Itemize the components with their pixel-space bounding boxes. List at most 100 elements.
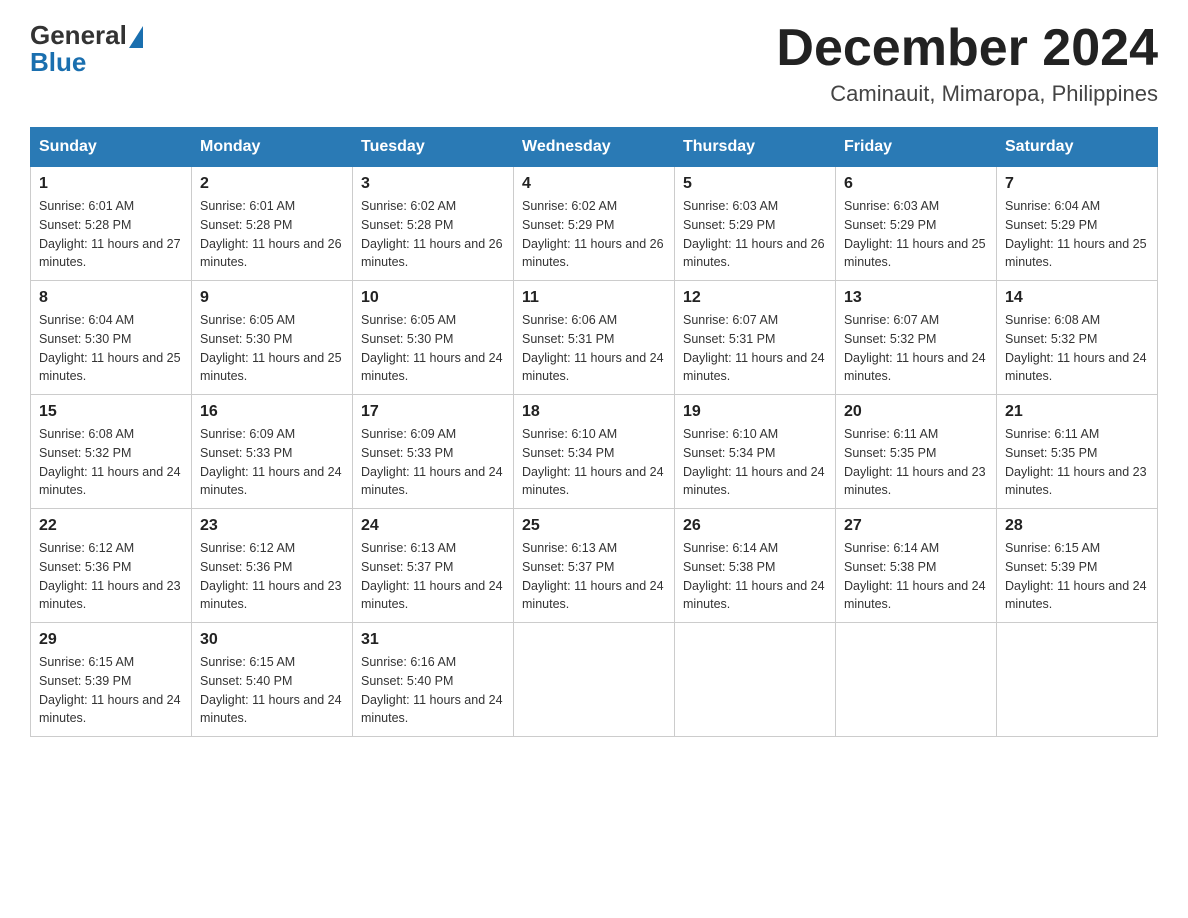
column-header-thursday: Thursday — [675, 128, 836, 167]
calendar-week-row: 8Sunrise: 6:04 AMSunset: 5:30 PMDaylight… — [31, 281, 1158, 395]
day-number: 11 — [522, 289, 666, 307]
day-info: Sunrise: 6:08 AMSunset: 5:32 PMDaylight:… — [1005, 311, 1149, 386]
day-info: Sunrise: 6:03 AMSunset: 5:29 PMDaylight:… — [683, 197, 827, 272]
day-info: Sunrise: 6:05 AMSunset: 5:30 PMDaylight:… — [361, 311, 505, 386]
calendar-cell: 28 Sunrise: 6:15 AMSunset: 5:39 PMDayligh… — [997, 509, 1158, 623]
column-header-saturday: Saturday — [997, 128, 1158, 167]
day-info: Sunrise: 6:11 AMSunset: 5:35 PMDaylight:… — [844, 425, 988, 500]
day-number: 28 — [1005, 517, 1149, 535]
day-info: Sunrise: 6:02 AMSunset: 5:29 PMDaylight:… — [522, 197, 666, 272]
column-header-tuesday: Tuesday — [353, 128, 514, 167]
day-info: Sunrise: 6:15 AMSunset: 5:39 PMDaylight:… — [39, 653, 183, 728]
day-info: Sunrise: 6:10 AMSunset: 5:34 PMDaylight:… — [683, 425, 827, 500]
day-info: Sunrise: 6:01 AMSunset: 5:28 PMDaylight:… — [200, 197, 344, 272]
day-info: Sunrise: 6:09 AMSunset: 5:33 PMDaylight:… — [361, 425, 505, 500]
day-number: 25 — [522, 517, 666, 535]
day-number: 18 — [522, 403, 666, 421]
day-info: Sunrise: 6:14 AMSunset: 5:38 PMDaylight:… — [683, 539, 827, 614]
calendar-cell: 11 Sunrise: 6:06 AMSunset: 5:31 PMDayligh… — [514, 281, 675, 395]
day-number: 22 — [39, 517, 183, 535]
day-info: Sunrise: 6:10 AMSunset: 5:34 PMDaylight:… — [522, 425, 666, 500]
calendar-cell: 13 Sunrise: 6:07 AMSunset: 5:32 PMDayligh… — [836, 281, 997, 395]
day-info: Sunrise: 6:08 AMSunset: 5:32 PMDaylight:… — [39, 425, 183, 500]
calendar-cell: 25 Sunrise: 6:13 AMSunset: 5:37 PMDayligh… — [514, 509, 675, 623]
column-header-sunday: Sunday — [31, 128, 192, 167]
day-number: 2 — [200, 175, 344, 193]
calendar-week-row: 22 Sunrise: 6:12 AMSunset: 5:36 PMDayligh… — [31, 509, 1158, 623]
calendar-cell: 9 Sunrise: 6:05 AMSunset: 5:30 PMDaylight… — [192, 281, 353, 395]
calendar-cell: 1Sunrise: 6:01 AMSunset: 5:28 PMDaylight… — [31, 167, 192, 281]
calendar-cell: 31 Sunrise: 6:16 AMSunset: 5:40 PMDayligh… — [353, 623, 514, 737]
calendar-cell: 6 Sunrise: 6:03 AMSunset: 5:29 PMDaylight… — [836, 167, 997, 281]
day-info: Sunrise: 6:15 AMSunset: 5:40 PMDaylight:… — [200, 653, 344, 728]
calendar-cell: 19Sunrise: 6:10 AMSunset: 5:34 PMDayligh… — [675, 395, 836, 509]
calendar-cell: 10 Sunrise: 6:05 AMSunset: 5:30 PMDayligh… — [353, 281, 514, 395]
day-info: Sunrise: 6:07 AMSunset: 5:31 PMDaylight:… — [683, 311, 827, 386]
calendar-cell — [675, 623, 836, 737]
day-info: Sunrise: 6:15 AMSunset: 5:39 PMDaylight:… — [1005, 539, 1149, 614]
calendar-cell: 3 Sunrise: 6:02 AMSunset: 5:28 PMDaylight… — [353, 167, 514, 281]
calendar-cell: 27 Sunrise: 6:14 AMSunset: 5:38 PMDayligh… — [836, 509, 997, 623]
day-number: 6 — [844, 175, 988, 193]
day-info: Sunrise: 6:12 AMSunset: 5:36 PMDaylight:… — [39, 539, 183, 614]
day-info: Sunrise: 6:05 AMSunset: 5:30 PMDaylight:… — [200, 311, 344, 386]
day-number: 21 — [1005, 403, 1149, 421]
day-number: 16 — [200, 403, 344, 421]
day-info: Sunrise: 6:14 AMSunset: 5:38 PMDaylight:… — [844, 539, 988, 614]
day-number: 26 — [683, 517, 827, 535]
calendar-cell: 17 Sunrise: 6:09 AMSunset: 5:33 PMDayligh… — [353, 395, 514, 509]
day-number: 12 — [683, 289, 827, 307]
calendar-cell — [997, 623, 1158, 737]
day-info: Sunrise: 6:13 AMSunset: 5:37 PMDaylight:… — [522, 539, 666, 614]
calendar-cell: 23Sunrise: 6:12 AMSunset: 5:36 PMDayligh… — [192, 509, 353, 623]
day-number: 29 — [39, 631, 183, 649]
day-info: Sunrise: 6:06 AMSunset: 5:31 PMDaylight:… — [522, 311, 666, 386]
day-info: Sunrise: 6:04 AMSunset: 5:29 PMDaylight:… — [1005, 197, 1149, 272]
calendar-cell — [836, 623, 997, 737]
calendar-cell: 24Sunrise: 6:13 AMSunset: 5:37 PMDayligh… — [353, 509, 514, 623]
calendar-cell: 22 Sunrise: 6:12 AMSunset: 5:36 PMDayligh… — [31, 509, 192, 623]
day-number: 17 — [361, 403, 505, 421]
location-subtitle: Caminauit, Mimaropa, Philippines — [776, 81, 1158, 107]
day-number: 13 — [844, 289, 988, 307]
day-number: 8 — [39, 289, 183, 307]
day-info: Sunrise: 6:07 AMSunset: 5:32 PMDaylight:… — [844, 311, 988, 386]
calendar-cell: 15Sunrise: 6:08 AMSunset: 5:32 PMDayligh… — [31, 395, 192, 509]
logo-triangle-icon — [129, 26, 143, 48]
calendar-week-row: 29 Sunrise: 6:15 AMSunset: 5:39 PMDayligh… — [31, 623, 1158, 737]
day-number: 9 — [200, 289, 344, 307]
calendar-week-row: 1Sunrise: 6:01 AMSunset: 5:28 PMDaylight… — [31, 167, 1158, 281]
day-number: 7 — [1005, 175, 1149, 193]
day-number: 27 — [844, 517, 988, 535]
day-info: Sunrise: 6:16 AMSunset: 5:40 PMDaylight:… — [361, 653, 505, 728]
calendar-cell: 21 Sunrise: 6:11 AMSunset: 5:35 PMDayligh… — [997, 395, 1158, 509]
day-info: Sunrise: 6:01 AMSunset: 5:28 PMDaylight:… — [39, 197, 183, 272]
calendar-cell: 30Sunrise: 6:15 AMSunset: 5:40 PMDayligh… — [192, 623, 353, 737]
day-number: 31 — [361, 631, 505, 649]
day-number: 20 — [844, 403, 988, 421]
calendar-cell: 26 Sunrise: 6:14 AMSunset: 5:38 PMDayligh… — [675, 509, 836, 623]
day-info: Sunrise: 6:13 AMSunset: 5:37 PMDaylight:… — [361, 539, 505, 614]
day-info: Sunrise: 6:03 AMSunset: 5:29 PMDaylight:… — [844, 197, 988, 272]
calendar-cell: 5 Sunrise: 6:03 AMSunset: 5:29 PMDaylight… — [675, 167, 836, 281]
day-info: Sunrise: 6:11 AMSunset: 5:35 PMDaylight:… — [1005, 425, 1149, 500]
month-year-title: December 2024 — [776, 20, 1158, 77]
day-number: 4 — [522, 175, 666, 193]
day-info: Sunrise: 6:02 AMSunset: 5:28 PMDaylight:… — [361, 197, 505, 272]
column-header-monday: Monday — [192, 128, 353, 167]
calendar-cell: 29 Sunrise: 6:15 AMSunset: 5:39 PMDayligh… — [31, 623, 192, 737]
calendar-cell: 4 Sunrise: 6:02 AMSunset: 5:29 PMDaylight… — [514, 167, 675, 281]
calendar-cell: 14Sunrise: 6:08 AMSunset: 5:32 PMDayligh… — [997, 281, 1158, 395]
column-header-wednesday: Wednesday — [514, 128, 675, 167]
logo: General Blue — [30, 20, 143, 78]
day-number: 3 — [361, 175, 505, 193]
page-header: General Blue December 2024 Caminauit, Mi… — [30, 20, 1158, 107]
calendar-week-row: 15Sunrise: 6:08 AMSunset: 5:32 PMDayligh… — [31, 395, 1158, 509]
column-header-friday: Friday — [836, 128, 997, 167]
day-number: 10 — [361, 289, 505, 307]
day-number: 5 — [683, 175, 827, 193]
calendar-cell: 20 Sunrise: 6:11 AMSunset: 5:35 PMDayligh… — [836, 395, 997, 509]
calendar-header-row: SundayMondayTuesdayWednesdayThursdayFrid… — [31, 128, 1158, 167]
calendar-cell — [514, 623, 675, 737]
calendar-cell: 8Sunrise: 6:04 AMSunset: 5:30 PMDaylight… — [31, 281, 192, 395]
